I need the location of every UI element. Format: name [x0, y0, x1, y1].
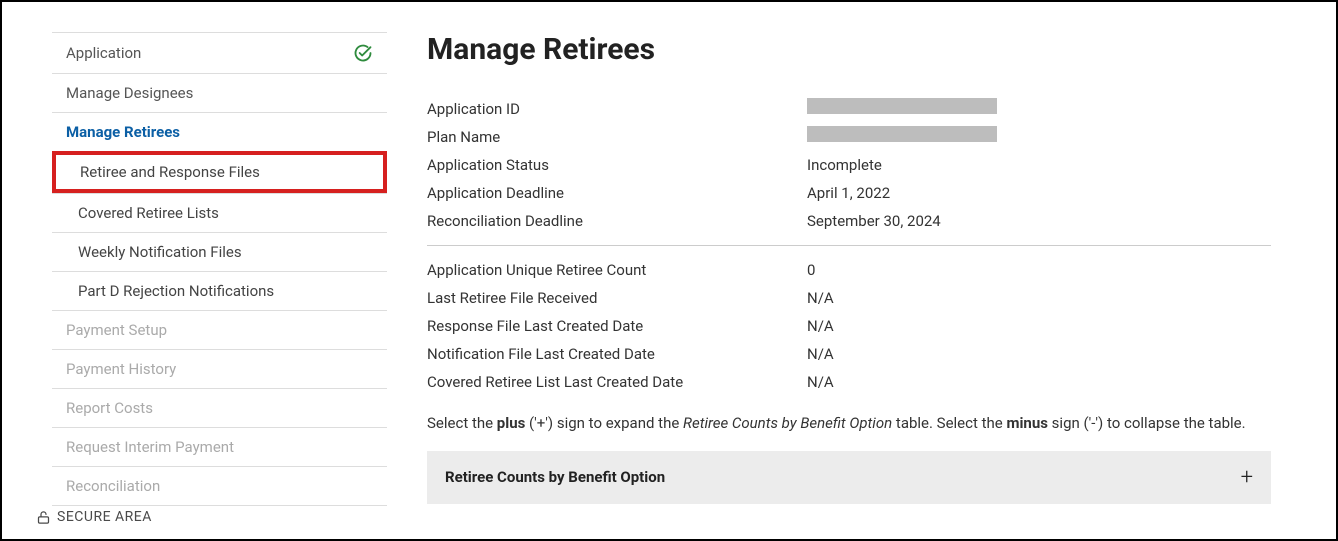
sidebar-item-retiree-response-files[interactable]: Retiree and Response Files [52, 151, 387, 193]
info-label: Response File Last Created Date [427, 314, 807, 338]
sidebar-item-part-d-rejection[interactable]: Part D Rejection Notifications [52, 271, 387, 310]
info-value: September 30, 2024 [807, 209, 1271, 233]
info-value [807, 125, 1271, 149]
sidebar-item-label: Covered Retiree Lists [78, 204, 219, 222]
info-row: Last Retiree File Received N/A [427, 284, 1271, 312]
info-value: Incomplete [807, 153, 1271, 177]
redacted-value [807, 126, 997, 142]
info-row: Notification File Last Created Date N/A [427, 340, 1271, 368]
info-row: Application ID [427, 95, 1271, 123]
sidebar-item-label: Application [66, 44, 141, 62]
sidebar-item-request-interim-payment[interactable]: Request Interim Payment [52, 427, 387, 466]
info-label: Application Deadline [427, 181, 807, 205]
info-row: Application Deadline April 1, 2022 [427, 179, 1271, 207]
accordion-title: Retiree Counts by Benefit Option [445, 468, 665, 486]
retiree-stats-block: Application Unique Retiree Count 0 Last … [427, 256, 1271, 396]
redacted-value [807, 98, 997, 114]
info-label: Application Status [427, 153, 807, 177]
info-row: Reconciliation Deadline September 30, 20… [427, 207, 1271, 235]
sidebar-item-label: Part D Rejection Notifications [78, 282, 274, 300]
info-label: Last Retiree File Received [427, 286, 807, 310]
sidebar-item-application[interactable]: Application [52, 32, 387, 73]
info-label: Notification File Last Created Date [427, 342, 807, 366]
sidebar-item-label: Reconciliation [66, 477, 160, 495]
secure-area-label: SECURE AREA [57, 509, 152, 525]
info-row: Application Status Incomplete [427, 151, 1271, 179]
info-value [807, 97, 1271, 121]
info-value: N/A [807, 370, 1271, 394]
sidebar-item-payment-history[interactable]: Payment History [52, 349, 387, 388]
secure-area-footer: SECURE AREA [36, 509, 152, 525]
accordion-retiree-counts[interactable]: Retiree Counts by Benefit Option + [427, 451, 1271, 504]
info-label: Application Unique Retiree Count [427, 258, 807, 282]
sidebar-item-label: Payment Setup [66, 321, 167, 339]
sidebar-item-label: Manage Designees [66, 84, 193, 102]
sidebar-item-report-costs[interactable]: Report Costs [52, 388, 387, 427]
info-row: Application Unique Retiree Count 0 [427, 256, 1271, 284]
sidebar-item-label: Payment History [66, 360, 176, 378]
info-value: April 1, 2022 [807, 181, 1271, 205]
application-info-block: Application ID Plan Name Application Sta… [427, 95, 1271, 246]
instructions-text: Select the plus ('+') sign to expand the… [427, 412, 1271, 435]
sidebar-item-payment-setup[interactable]: Payment Setup [52, 310, 387, 349]
sidebar-item-label: Manage Retirees [66, 123, 180, 141]
sidebar: Application Manage Designees Manage Reti… [52, 32, 387, 506]
info-row: Plan Name [427, 123, 1271, 151]
sidebar-item-manage-designees[interactable]: Manage Designees [52, 73, 387, 112]
info-value: 0 [807, 258, 1271, 282]
info-row: Covered Retiree List Last Created Date N… [427, 368, 1271, 396]
check-circle-icon [353, 43, 373, 63]
sidebar-item-label: Report Costs [66, 399, 153, 417]
info-value: N/A [807, 342, 1271, 366]
sidebar-item-label: Weekly Notification Files [78, 243, 242, 261]
lock-icon [36, 510, 51, 525]
info-value: N/A [807, 314, 1271, 338]
sidebar-item-manage-retirees[interactable]: Manage Retirees [52, 112, 387, 151]
info-label: Covered Retiree List Last Created Date [427, 370, 807, 394]
sidebar-item-covered-retiree-lists[interactable]: Covered Retiree Lists [52, 193, 387, 232]
info-label: Reconciliation Deadline [427, 209, 807, 233]
sidebar-item-weekly-notification-files[interactable]: Weekly Notification Files [52, 232, 387, 271]
info-label: Application ID [427, 97, 807, 121]
main-content: Manage Retirees Application ID Plan Name… [427, 32, 1301, 506]
sidebar-item-label: Request Interim Payment [66, 438, 234, 456]
page-title: Manage Retirees [427, 32, 1271, 67]
sidebar-item-reconciliation[interactable]: Reconciliation [52, 466, 387, 506]
sidebar-item-label: Retiree and Response Files [80, 163, 260, 181]
plus-icon: + [1241, 465, 1253, 490]
info-label: Plan Name [427, 125, 807, 149]
info-row: Response File Last Created Date N/A [427, 312, 1271, 340]
info-value: N/A [807, 286, 1271, 310]
